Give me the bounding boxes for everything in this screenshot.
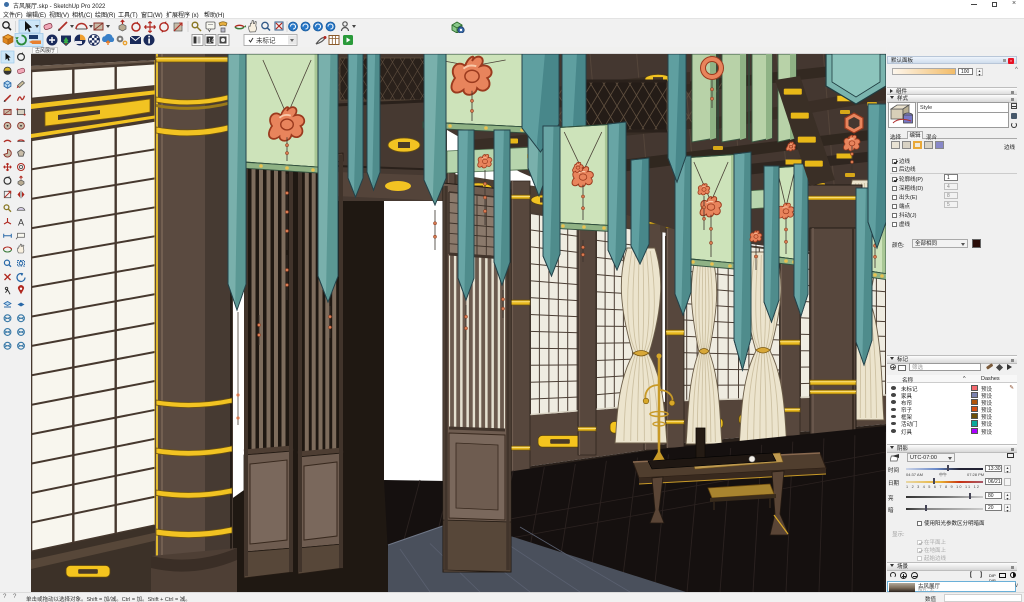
svg-text:14: 14 <box>208 39 215 45</box>
svg-text:未标记: 未标记 <box>256 36 276 45</box>
svg-text:A: A <box>18 218 24 228</box>
